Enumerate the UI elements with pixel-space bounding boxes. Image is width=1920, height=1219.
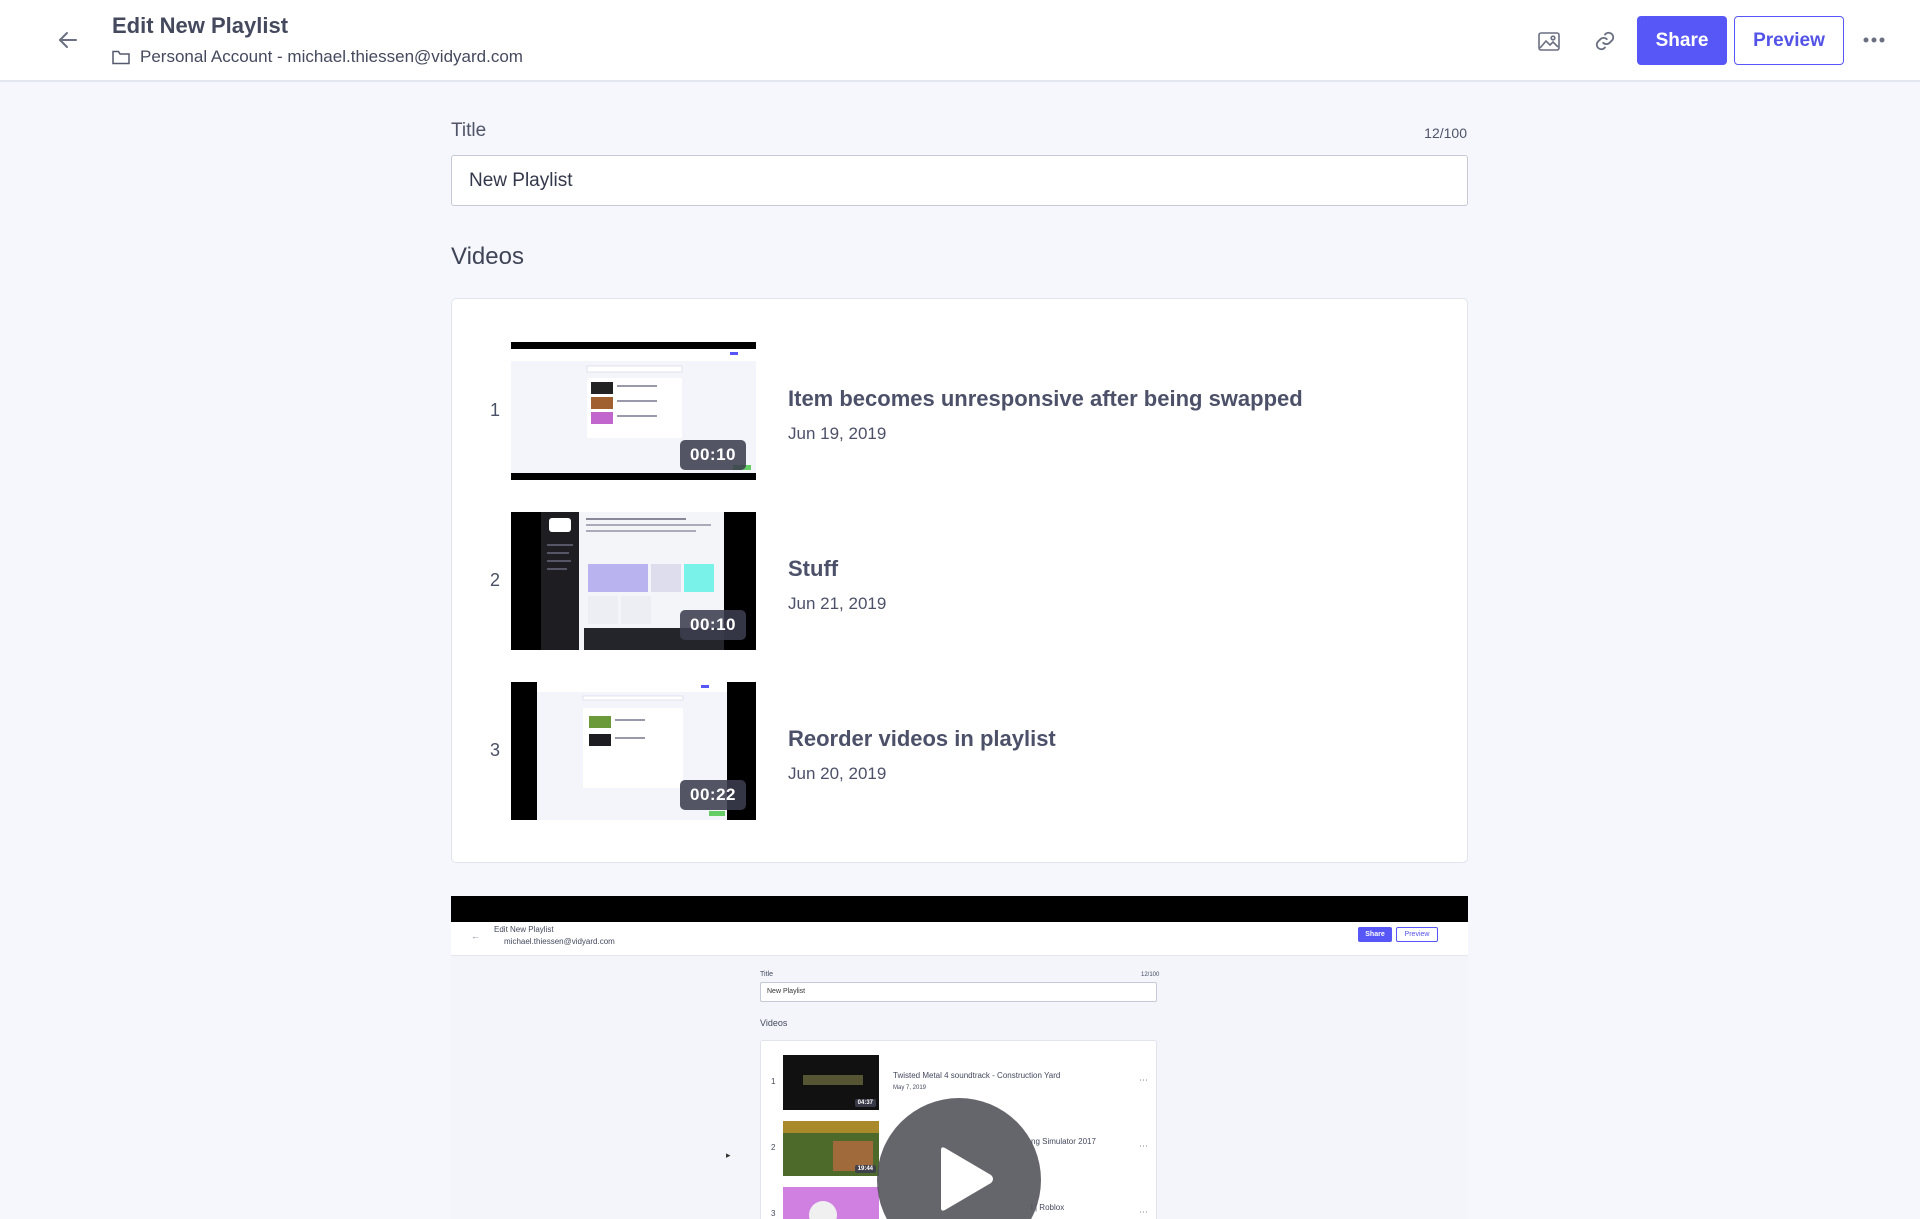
recorded-video-duration: 19:44 xyxy=(854,1165,876,1173)
recorded-preview-button: Preview xyxy=(1396,927,1438,942)
recorded-more-icon: ⋯ xyxy=(1139,1141,1148,1151)
back-button[interactable] xyxy=(52,24,84,56)
more-icon xyxy=(1863,37,1885,43)
page-title: Edit New Playlist xyxy=(112,13,289,38)
play-icon xyxy=(941,1147,993,1211)
recorded-video-date: May 7, 2019 xyxy=(893,1085,927,1091)
copy-link-button[interactable] xyxy=(1588,24,1622,58)
video-title[interactable]: Stuff xyxy=(788,556,838,582)
recorded-more-icon: ⋯ xyxy=(1139,1075,1148,1085)
recorded-video-duration: 04:37 xyxy=(854,1099,876,1107)
image-icon xyxy=(1538,31,1560,51)
recorded-share-button: Share xyxy=(1358,927,1392,942)
recorded-account: michael.thiessen@vidyard.com xyxy=(504,937,615,946)
video-date: Jun 20, 2019 xyxy=(788,764,887,783)
top-bar: Edit New Playlist Personal Account - mic… xyxy=(0,0,1920,82)
recorded-video-thumbnail: 19:44 xyxy=(783,1121,879,1176)
recorded-video-thumbnail: 04:37 xyxy=(783,1055,879,1110)
video-title[interactable]: Item becomes unresponsive after being sw… xyxy=(788,386,1303,412)
recorded-video-title: ng Simulator 2017 xyxy=(1031,1137,1096,1146)
recorded-videos-heading: Videos xyxy=(760,1018,788,1028)
recorded-title: Edit New Playlist xyxy=(494,925,554,934)
preview-button[interactable]: Preview xyxy=(1734,16,1844,65)
title-input[interactable] xyxy=(451,155,1468,206)
video-list-item[interactable]: 3 00:22 Reorder videos in playlist Jun 2… xyxy=(452,682,1469,822)
link-icon xyxy=(1595,31,1615,51)
back-arrow-icon xyxy=(59,32,77,48)
recorded-title-count: 12/100 xyxy=(1141,972,1160,978)
video-thumbnail: 00:10 xyxy=(511,342,756,480)
folder-icon xyxy=(112,50,130,64)
video-title[interactable]: Reorder videos in playlist xyxy=(788,726,1056,752)
video-index: 3 xyxy=(489,740,500,760)
title-label: Title xyxy=(451,120,487,141)
account-label: Personal Account - michael.thiessen@vidy… xyxy=(140,47,523,66)
recorded-video-title: Twisted Metal 4 soundtrack - Constructio… xyxy=(893,1071,1061,1080)
video-index: 1 xyxy=(489,400,500,420)
video-index: 2 xyxy=(489,570,500,590)
recorded-cursor-icon: ▸ xyxy=(726,1150,731,1160)
recorded-title-label: Title xyxy=(760,971,773,978)
videos-heading: Videos xyxy=(451,243,524,270)
video-list-item[interactable]: 1 00:10 Item becomes unresponsive after … xyxy=(452,342,1469,482)
thumbnail-button[interactable] xyxy=(1532,24,1566,58)
title-character-count: 12/100 xyxy=(1424,125,1467,141)
video-thumbnail: 00:10 xyxy=(511,512,756,650)
video-list-item[interactable]: 2 00:10 Stuff Jun 21, 2019 xyxy=(452,512,1469,652)
video-date: Jun 19, 2019 xyxy=(788,424,887,443)
recorded-more-icon: ⋯ xyxy=(1139,1207,1148,1217)
recorded-video-thumbnail xyxy=(783,1187,879,1219)
recorded-header: ← Edit New Playlist michael.thiessen@vid… xyxy=(451,922,1468,956)
more-options-button[interactable] xyxy=(1858,24,1890,56)
video-thumbnail: 00:22 xyxy=(511,682,756,820)
recorded-video-index: 3 xyxy=(771,1209,776,1218)
share-button[interactable]: Share xyxy=(1637,16,1727,65)
video-date: Jun 21, 2019 xyxy=(788,594,887,613)
recorded-back-icon: ← xyxy=(471,931,480,941)
video-duration: 00:10 xyxy=(680,440,746,470)
recorded-video-index: 2 xyxy=(771,1143,776,1152)
videos-list: 1 00:10 Item becomes unresponsive after … xyxy=(451,298,1468,863)
account-breadcrumb[interactable]: Personal Account - michael.thiessen@vidy… xyxy=(112,47,523,67)
preview-player[interactable]: ← Edit New Playlist michael.thiessen@vid… xyxy=(451,896,1468,1219)
video-duration: 00:10 xyxy=(680,610,746,640)
player-letterbox xyxy=(451,896,1468,922)
recorded-title-input: New Playlist xyxy=(760,982,1157,1002)
recorded-video-index: 1 xyxy=(771,1077,776,1086)
video-duration: 00:22 xyxy=(680,780,746,810)
